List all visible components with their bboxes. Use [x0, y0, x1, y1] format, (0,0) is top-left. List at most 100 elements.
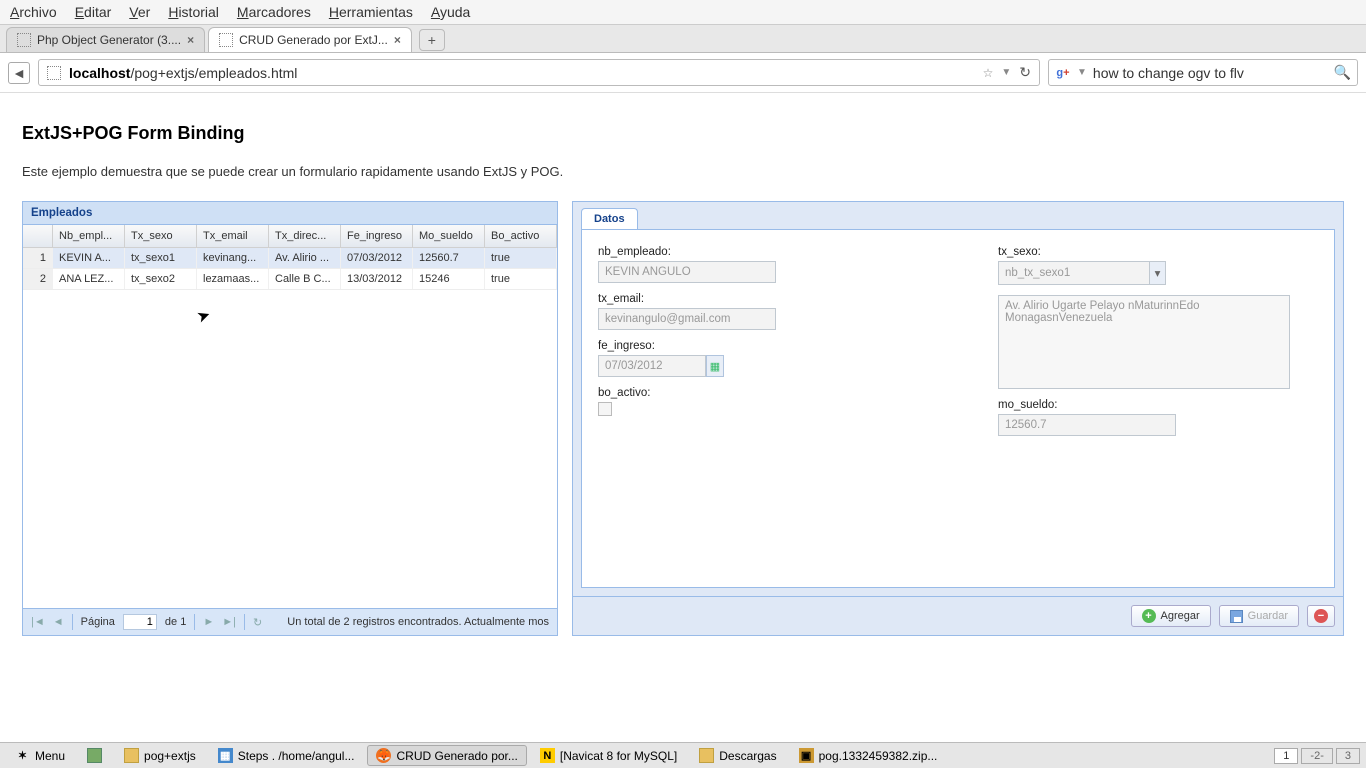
workspace-1[interactable]: 1 [1274, 748, 1298, 764]
table-row[interactable]: 2 ANA LEZ... tx_sexo2 lezamaas... Calle … [23, 269, 557, 290]
label-nb-empleado: nb_empleado: [598, 246, 938, 258]
url-bar[interactable]: localhost/pog+extjs/empleados.html ☆ ▼ ↻ [38, 59, 1040, 86]
search-text: how to change ogv to flv [1093, 65, 1328, 81]
google-icon: g+ [1055, 65, 1071, 81]
cell: Av. Alirio ... [269, 248, 341, 268]
agregar-button[interactable]: + Agregar [1131, 605, 1211, 627]
taskbar-item[interactable]: 🦊CRUD Generado por... [367, 745, 526, 766]
form-body: nb_empleado: KEVIN ANGULO tx_email: kevi… [581, 229, 1335, 588]
tab-datos[interactable]: Datos [581, 208, 638, 229]
menu-editar[interactable]: Editar [75, 4, 112, 20]
workspace-2[interactable]: -2- [1301, 748, 1332, 764]
start-menu[interactable]: ✶ Menu [6, 745, 74, 766]
tab-pog[interactable]: Php Object Generator (3.... × [6, 27, 205, 52]
folder-icon [124, 748, 139, 763]
chevron-down-icon[interactable]: ▾ [1149, 262, 1165, 284]
grid-title: Empleados [23, 202, 557, 225]
page-icon [219, 33, 233, 47]
form-buttons: + Agregar Guardar − [573, 596, 1343, 635]
label-tx-sexo: tx_sexo: [998, 246, 1318, 258]
menu-ayuda[interactable]: Ayuda [431, 4, 470, 20]
taskbar-label: pog.1332459382.zip... [819, 749, 938, 763]
plus-icon: + [1142, 609, 1156, 623]
page-content: ExtJS+POG Form Binding Este ejemplo demu… [0, 93, 1366, 644]
new-tab-button[interactable]: + [419, 29, 445, 51]
dropdown-icon[interactable]: ▼ [1077, 67, 1087, 78]
taskbar-item[interactable]: N[Navicat 8 for MySQL] [531, 745, 686, 766]
menubar: Archivo Editar Ver Historial Marcadores … [0, 0, 1366, 25]
combo-tx-sexo[interactable]: nb_tx_sexo1 ▾ [998, 261, 1166, 285]
back-button[interactable]: ◄ [8, 62, 30, 84]
refresh-icon[interactable]: ↻ [253, 616, 262, 629]
bookmark-icon[interactable]: ☆ [983, 66, 994, 80]
search-icon[interactable]: 🔍 [1334, 64, 1351, 81]
page-last-icon[interactable]: ►| [222, 616, 236, 628]
app-icon: N [540, 748, 555, 763]
page-subtitle: Este ejemplo demuestra que se puede crea… [22, 164, 1344, 179]
page-label: Página [81, 616, 115, 628]
page-next-icon[interactable]: ► [203, 616, 214, 628]
tab-label: Php Object Generator (3.... [37, 33, 181, 47]
label-bo-activo: bo_activo: [598, 387, 938, 399]
close-icon[interactable]: × [394, 33, 401, 47]
combo-value: nb_tx_sexo1 [1005, 267, 1070, 279]
menu-marcadores[interactable]: Marcadores [237, 4, 311, 20]
cell: 13/03/2012 [341, 269, 413, 289]
page-title: ExtJS+POG Form Binding [22, 123, 1344, 144]
cell: true [485, 248, 557, 268]
paging-toolbar: |◄ ◄ Página de 1 ► ►| ↻ Un total de 2 re… [23, 608, 557, 635]
show-desktop[interactable] [78, 745, 111, 766]
cell: ANA LEZ... [53, 269, 125, 289]
col-fe-ingreso[interactable]: Fe_ingreso [341, 225, 413, 247]
cell: 07/03/2012 [341, 248, 413, 268]
browser-tabs: Php Object Generator (3.... × CRUD Gener… [0, 25, 1366, 53]
cell-rownum: 1 [23, 248, 53, 268]
calendar-icon[interactable]: ▦ [706, 355, 724, 377]
taskbar: ✶ Menu pog+extjs ▦Steps . /home/angul...… [0, 742, 1366, 768]
menu-historial[interactable]: Historial [168, 4, 219, 20]
input-mo-sueldo[interactable]: 12560.7 [998, 414, 1176, 436]
page-prev-icon[interactable]: ◄ [53, 616, 64, 628]
reload-icon[interactable]: ↻ [1019, 64, 1031, 81]
input-nb-empleado[interactable]: KEVIN ANGULO [598, 261, 776, 283]
textarea-direccion[interactable]: Av. Alirio Ugarte Pelayo nMaturinnEdo Mo… [998, 295, 1290, 389]
taskbar-item[interactable]: pog+extjs [115, 745, 205, 766]
column-headers: Nb_empl... Tx_sexo Tx_email Tx_direc... … [23, 225, 557, 248]
label-mo-sueldo: mo_sueldo: [998, 399, 1318, 411]
form-tabs: Datos [573, 202, 1343, 229]
folder-icon [699, 748, 714, 763]
workspace-3[interactable]: 3 [1336, 748, 1360, 764]
col-bo-activo[interactable]: Bo_activo [485, 225, 557, 247]
col-rownum[interactable] [23, 225, 53, 247]
desktop-icon [87, 748, 102, 763]
menu-herramientas[interactable]: Herramientas [329, 4, 413, 20]
input-fe-ingreso[interactable]: 07/03/2012 [598, 355, 706, 377]
col-nb-empleado[interactable]: Nb_empl... [53, 225, 125, 247]
page-first-icon[interactable]: |◄ [31, 616, 45, 628]
cell: kevinang... [197, 248, 269, 268]
address-toolbar: ◄ localhost/pog+extjs/empleados.html ☆ ▼… [0, 53, 1366, 93]
col-tx-email[interactable]: Tx_email [197, 225, 269, 247]
cell: KEVIN A... [53, 248, 125, 268]
col-tx-direc[interactable]: Tx_direc... [269, 225, 341, 247]
menu-archivo[interactable]: Archivo [10, 4, 57, 20]
dropdown-icon[interactable]: ▼ [1001, 67, 1011, 78]
checkbox-bo-activo[interactable] [598, 402, 612, 416]
separator [72, 614, 73, 630]
guardar-button[interactable]: Guardar [1219, 605, 1299, 627]
input-tx-email[interactable]: kevinangulo@gmail.com [598, 308, 776, 330]
close-icon[interactable]: × [187, 33, 194, 47]
grid-body: 1 KEVIN A... tx_sexo1 kevinang... Av. Al… [23, 248, 557, 608]
col-tx-sexo[interactable]: Tx_sexo [125, 225, 197, 247]
delete-button[interactable]: − [1307, 605, 1335, 627]
table-row[interactable]: 1 KEVIN A... tx_sexo1 kevinang... Av. Al… [23, 248, 557, 269]
search-box[interactable]: g+ ▼ how to change ogv to flv 🔍 [1048, 59, 1358, 86]
workspace-switcher: 1 -2- 3 [1274, 748, 1360, 764]
taskbar-item[interactable]: Descargas [690, 745, 785, 766]
taskbar-item[interactable]: ▦Steps . /home/angul... [209, 745, 364, 766]
taskbar-item[interactable]: ▣pog.1332459382.zip... [790, 745, 947, 766]
page-input[interactable] [123, 614, 157, 630]
col-mo-sueldo[interactable]: Mo_sueldo [413, 225, 485, 247]
tab-crud[interactable]: CRUD Generado por ExtJ... × [208, 27, 412, 52]
menu-ver[interactable]: Ver [129, 4, 150, 20]
